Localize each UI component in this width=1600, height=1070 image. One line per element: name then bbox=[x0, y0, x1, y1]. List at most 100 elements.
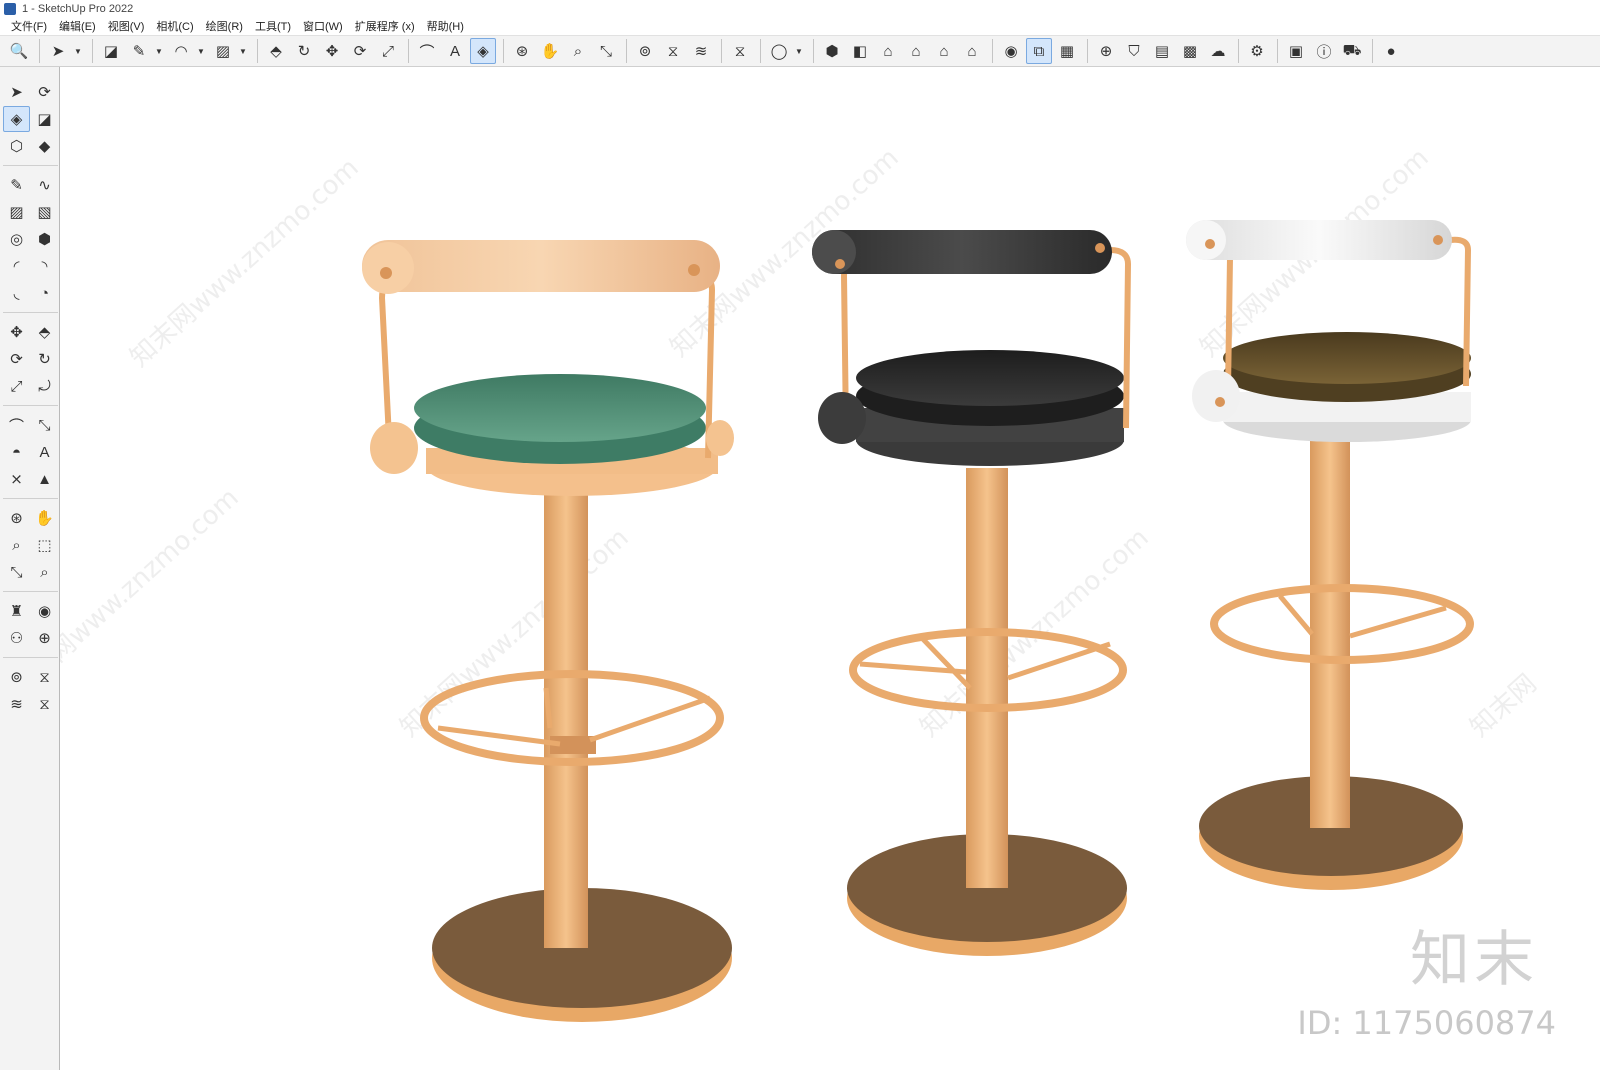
top-view-icon[interactable]: ◧ bbox=[847, 38, 873, 64]
move-tool-icon[interactable]: ✥ bbox=[319, 38, 345, 64]
left-view-icon[interactable]: ⌂ bbox=[959, 38, 985, 64]
menu-item-3[interactable]: 相机(C) bbox=[150, 18, 199, 34]
circle-icon[interactable]: ◎ bbox=[3, 226, 30, 252]
3d-text-icon[interactable]: ▲ bbox=[31, 466, 58, 492]
eraser-tool-icon[interactable]: ◪ bbox=[98, 38, 124, 64]
styles-icon[interactable]: ▤ bbox=[1149, 38, 1175, 64]
add-location-icon[interactable]: ⊕ bbox=[1093, 38, 1119, 64]
dropdown-arrow-icon[interactable]: ▼ bbox=[154, 38, 164, 64]
two-point-arc-icon[interactable]: ◝ bbox=[31, 253, 58, 279]
extension-warehouse-icon[interactable]: ⧖ bbox=[31, 664, 58, 690]
components-icon[interactable]: ⧖ bbox=[31, 691, 58, 717]
warehouse-icon[interactable]: ⊚ bbox=[632, 38, 658, 64]
section-plane-icon[interactable]: ⊕ bbox=[31, 625, 58, 651]
position-camera-icon[interactable]: ♜ bbox=[3, 598, 30, 624]
menu-item-2[interactable]: 视图(V) bbox=[102, 18, 151, 34]
menu-item-8[interactable]: 帮助(H) bbox=[421, 18, 470, 34]
text-icon[interactable]: A bbox=[31, 439, 58, 465]
scale-icon[interactable]: ⤢ bbox=[3, 373, 30, 399]
menu-item-7[interactable]: 扩展程序 (x) bbox=[349, 18, 421, 34]
protractor-icon[interactable]: ◓ bbox=[3, 439, 30, 465]
zoom-tool-icon[interactable]: ⌕ bbox=[565, 38, 591, 64]
dialog-icon[interactable]: ▣ bbox=[1283, 38, 1309, 64]
select-tool-icon[interactable]: ➤ bbox=[45, 38, 71, 64]
dropdown-arrow-icon[interactable]: ▼ bbox=[196, 38, 206, 64]
freehand-icon[interactable]: ∿ bbox=[31, 172, 58, 198]
warehouse-icon[interactable]: ⊚ bbox=[3, 664, 30, 690]
lasso-icon[interactable]: ⟳ bbox=[31, 79, 58, 105]
tag-icon[interactable]: ◆ bbox=[31, 133, 58, 159]
text-tool-icon[interactable]: A bbox=[442, 38, 468, 64]
zoom-window-icon[interactable]: ⬚ bbox=[31, 532, 58, 558]
tape-measure-icon[interactable]: ⌒ bbox=[3, 412, 30, 438]
model-viewport[interactable]: 知末网www.znzmo.com 知末网www.znzmo.com 知末网www… bbox=[60, 68, 1600, 1070]
section-cut-icon[interactable]: ▦ bbox=[1054, 38, 1080, 64]
rotated-rectangle-icon[interactable]: ▧ bbox=[31, 199, 58, 225]
menu-item-4[interactable]: 绘图(R) bbox=[200, 18, 249, 34]
pan-icon[interactable]: ✋ bbox=[31, 505, 58, 531]
dropdown-arrow-icon[interactable]: ▼ bbox=[794, 38, 804, 64]
paint-bucket-tool-icon[interactable]: ◈ bbox=[470, 38, 496, 64]
rotate-tool-icon[interactable]: ⟳ bbox=[347, 38, 373, 64]
previous-view-icon[interactable]: ⌕ bbox=[31, 559, 58, 585]
three-point-arc-icon[interactable]: ◟ bbox=[3, 280, 30, 306]
dropdown-arrow-icon[interactable]: ▼ bbox=[73, 38, 83, 64]
cart-icon[interactable]: ⛟ bbox=[1339, 38, 1365, 64]
orbit-tool-icon[interactable]: ⊛ bbox=[509, 38, 535, 64]
right-view-icon[interactable]: ⌂ bbox=[903, 38, 929, 64]
eraser-icon[interactable]: ◪ bbox=[31, 106, 58, 132]
user-account-icon[interactable]: ◯ bbox=[766, 38, 792, 64]
follow-me-tool-icon[interactable]: ↻ bbox=[291, 38, 317, 64]
look-around-icon[interactable]: ◉ bbox=[31, 598, 58, 624]
solid-tools-icon[interactable]: ◉ bbox=[998, 38, 1024, 64]
search-icon[interactable]: 🔍 bbox=[6, 38, 32, 64]
push-pull-icon[interactable]: ⬘ bbox=[31, 319, 58, 345]
iso-view-icon[interactable]: ⬢ bbox=[819, 38, 845, 64]
menu-item-1[interactable]: 编辑(E) bbox=[53, 18, 102, 34]
menu-item-5[interactable]: 工具(T) bbox=[249, 18, 297, 34]
paint-bucket-icon[interactable]: ◈ bbox=[3, 106, 30, 132]
follow-me-icon[interactable]: ↻ bbox=[31, 346, 58, 372]
offset-icon[interactable]: ⤾ bbox=[31, 373, 58, 399]
line-icon[interactable]: ✎ bbox=[3, 172, 30, 198]
push-pull-tool-icon[interactable]: ⬘ bbox=[263, 38, 289, 64]
materials-icon[interactable]: ▩ bbox=[1177, 38, 1203, 64]
extension-icon[interactable]: ⧖ bbox=[660, 38, 686, 64]
rotate-icon[interactable]: ⟳ bbox=[3, 346, 30, 372]
zoom-icon[interactable]: ⌕ bbox=[3, 532, 30, 558]
layers-icon[interactable]: ≋ bbox=[688, 38, 714, 64]
rectangle-tool-icon[interactable]: ▨ bbox=[210, 38, 236, 64]
menu-item-6[interactable]: 窗口(W) bbox=[297, 18, 349, 34]
polygon-icon[interactable]: ⬢ bbox=[31, 226, 58, 252]
front-view-icon[interactable]: ⌂ bbox=[875, 38, 901, 64]
zoom-extents-icon[interactable]: ⤡ bbox=[3, 559, 30, 585]
settings-icon[interactable]: ⚙ bbox=[1244, 38, 1270, 64]
profile-icon[interactable]: ● bbox=[1378, 38, 1404, 64]
rectangle-icon[interactable]: ▨ bbox=[3, 199, 30, 225]
pie-icon[interactable]: ◔ bbox=[31, 280, 58, 306]
axes-icon[interactable]: ⨯ bbox=[3, 466, 30, 492]
shadows-icon[interactable]: ⛉ bbox=[1121, 38, 1147, 64]
layers-icon[interactable]: ≋ bbox=[3, 691, 30, 717]
select-icon[interactable]: ➤ bbox=[3, 79, 30, 105]
cloud-upload-icon[interactable]: ☁ bbox=[1205, 38, 1231, 64]
orbit-icon[interactable]: ⊛ bbox=[3, 505, 30, 531]
dimension-icon[interactable]: ⤡ bbox=[31, 412, 58, 438]
arc-tool-icon[interactable]: ◠ bbox=[168, 38, 194, 64]
zoom-extents-icon[interactable]: ⤡ bbox=[593, 38, 619, 64]
stool-brown[interactable] bbox=[1186, 220, 1474, 890]
move-icon[interactable]: ✥ bbox=[3, 319, 30, 345]
arc-icon[interactable]: ◜ bbox=[3, 253, 30, 279]
dropdown-arrow-icon[interactable]: ▼ bbox=[238, 38, 248, 64]
section-plane-icon[interactable]: ⧉ bbox=[1026, 38, 1052, 64]
make-component-icon[interactable]: ⬡ bbox=[3, 133, 30, 159]
walk-icon[interactable]: ⚇ bbox=[3, 625, 30, 651]
line-tool-icon[interactable]: ✎ bbox=[126, 38, 152, 64]
menu-item-0[interactable]: 文件(F) bbox=[5, 18, 53, 34]
components-icon[interactable]: ⧖ bbox=[727, 38, 753, 64]
info-icon[interactable]: ⓘ bbox=[1311, 38, 1337, 64]
pan-tool-icon[interactable]: ✋ bbox=[537, 38, 563, 64]
back-view-icon[interactable]: ⌂ bbox=[931, 38, 957, 64]
tape-measure-tool-icon[interactable]: ⌒ bbox=[414, 38, 440, 64]
scale-tool-icon[interactable]: ⤢ bbox=[375, 38, 401, 64]
